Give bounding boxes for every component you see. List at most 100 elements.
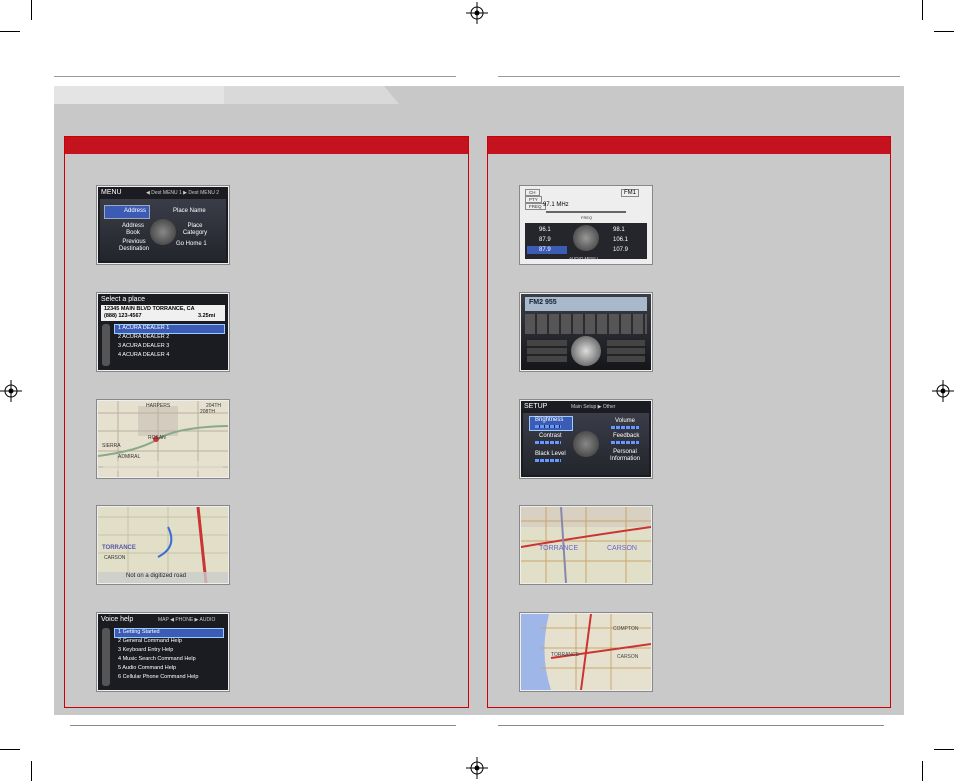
console-buttons [525, 314, 647, 334]
map-label: HARPERS [146, 403, 171, 409]
preset-item[interactable]: 98.1 [613, 227, 625, 233]
map-label: CARSON [607, 545, 637, 552]
map-screen-1: HARPERS 204TH 208TH ROSAN SIERRA ADMIRAL [97, 400, 229, 478]
console-buttons-lower [527, 340, 567, 362]
list-item[interactable]: 6 Cellular Phone Command Help [118, 674, 198, 680]
setup-item-personal-information[interactable]: Personal Information [603, 449, 647, 463]
console-photo: FM2 955 [520, 293, 652, 371]
place-distance: 3.25mi [198, 313, 216, 319]
audio-tag: PTY [525, 196, 542, 203]
menu-item-place-category[interactable]: Place Category [178, 223, 212, 237]
preset-item[interactable]: 87.9 [539, 237, 551, 243]
map-label: CARSON [104, 555, 126, 561]
map-label: ADMIRAL [118, 454, 141, 460]
map-label: 208TH [200, 409, 216, 415]
audio-knob [573, 225, 599, 251]
menu-title: MENU [101, 189, 122, 196]
registration-mark-icon [932, 380, 954, 402]
audio-tag: CH [525, 189, 540, 196]
level-bar [535, 459, 561, 462]
map-label: TORRANCE [102, 545, 136, 551]
menu-item-address-book[interactable]: Address Book [118, 223, 148, 237]
list-item[interactable]: 2 ACURA DEALER 2 [118, 334, 169, 340]
list-item[interactable]: 2 General Command Help [118, 638, 182, 644]
crop-mark [0, 31, 20, 32]
crop-mark [922, 761, 923, 781]
menu-item-address: Address [124, 208, 147, 214]
setup-item-feedback[interactable]: Feedback [613, 433, 639, 439]
setup-item-contrast[interactable]: Contrast [539, 433, 562, 439]
setup-title: SETUP [524, 403, 548, 410]
voice-help-screen: Voice help MAP ◀ PHONE ▶ AUDIO 1 Getting… [97, 613, 229, 691]
place-address: 12345 MAIN BLVD TORRANCE, CA [104, 306, 195, 312]
setup-item-volume[interactable]: Volume [615, 418, 635, 424]
audio-screen: CH PTY FREQ 97.1 MHz FM1 FREQ 96.1 98.1 … [520, 186, 652, 264]
select-place-title: Select a place [101, 296, 145, 303]
header-rule [54, 76, 456, 77]
crop-mark [0, 749, 20, 750]
registration-mark-icon [466, 757, 488, 779]
map-label: SIERRA [102, 443, 121, 449]
map-label: TORRANCE [539, 545, 579, 552]
footer-rule [498, 725, 884, 726]
map-label: TORRANCE [551, 652, 579, 658]
level-bar [535, 441, 561, 444]
map-label: COMPTON [613, 626, 639, 632]
footer-rule [70, 725, 456, 726]
list-item[interactable]: 1 ACURA DEALER 1 [118, 325, 169, 331]
registration-mark-icon [466, 2, 488, 24]
crop-mark [31, 0, 32, 20]
list-item[interactable]: 1 Getting Started [118, 629, 160, 635]
nav-menu-screen: MENU ◀ Dest MENU 1 ▶ Dest MENU 2 Address… [97, 186, 229, 264]
map-label: CARSON [617, 654, 639, 660]
audio-band: FM1 [621, 189, 639, 197]
list-item[interactable]: 5 Audio Command Help [118, 665, 176, 671]
menu-item-place-name[interactable]: Place Name [173, 208, 206, 214]
voice-help-title: Voice help [101, 616, 134, 623]
menu-item-previous-destination[interactable]: Previous Destination [112, 239, 156, 253]
setup-knob [573, 431, 599, 457]
select-place-screen: Select a place 12345 MAIN BLVD TORRANCE,… [97, 293, 229, 371]
crop-mark [31, 761, 32, 781]
list-item[interactable]: 3 ACURA DEALER 3 [118, 343, 169, 349]
place-phone: (888) 123-4567 [104, 313, 142, 319]
crop-mark [934, 749, 954, 750]
list-scroll[interactable] [102, 324, 110, 366]
console-knob[interactable] [571, 336, 601, 366]
tuning-bar[interactable] [546, 211, 626, 213]
audio-label-top: FREQ [581, 215, 593, 220]
map-screen-3: TORRANCE CARSON [520, 506, 652, 584]
voice-help-tabs: MAP ◀ PHONE ▶ AUDIO [158, 617, 216, 623]
list-scroll[interactable] [102, 628, 110, 686]
level-bar [611, 426, 639, 429]
list-item[interactable]: 4 Music Search Command Help [118, 656, 196, 662]
menu-item-go-home[interactable]: Go Home 1 [176, 241, 207, 247]
level-bar [611, 441, 639, 444]
preset-item[interactable]: 107.9 [613, 247, 628, 253]
map-screen-2: TORRANCE CARSON Not on a digitized road [97, 506, 229, 584]
audio-freq: 97.1 MHz [543, 202, 569, 208]
setup-item-black-level[interactable]: Black Level [535, 451, 566, 457]
header-rule [498, 76, 900, 77]
map-screen-4: TORRANCE COMPTON CARSON [520, 613, 652, 691]
console-display-text: FM2 955 [529, 299, 557, 306]
preset-item[interactable]: 106.1 [613, 237, 628, 243]
left-panel-header [65, 137, 468, 154]
right-panel-header [488, 137, 890, 154]
setup-screen: SETUP Main Setup ▶ Other Brightness Volu… [520, 400, 652, 478]
registration-mark-icon [0, 380, 22, 402]
menu-tabs: ◀ Dest MENU 1 ▶ Dest MENU 2 [146, 190, 219, 196]
map-label: ROSAN [148, 435, 166, 441]
audio-label-bottom: AUDIO MENU [569, 256, 598, 261]
level-bar [535, 425, 561, 428]
list-item[interactable]: 3 Keyboard Entry Help [118, 647, 173, 653]
preset-item[interactable]: 96.1 [539, 227, 551, 233]
setup-item-brightness[interactable]: Brightness [535, 417, 563, 423]
crop-mark [922, 0, 923, 20]
setup-tabs: Main Setup ▶ Other [571, 404, 616, 410]
crop-mark [934, 31, 954, 32]
list-item[interactable]: 4 ACURA DEALER 4 [118, 352, 169, 358]
console-buttons-lower [607, 340, 645, 362]
road-status: Not on a digitized road [126, 573, 187, 579]
preset-item[interactable]: 87.9 [539, 247, 551, 253]
